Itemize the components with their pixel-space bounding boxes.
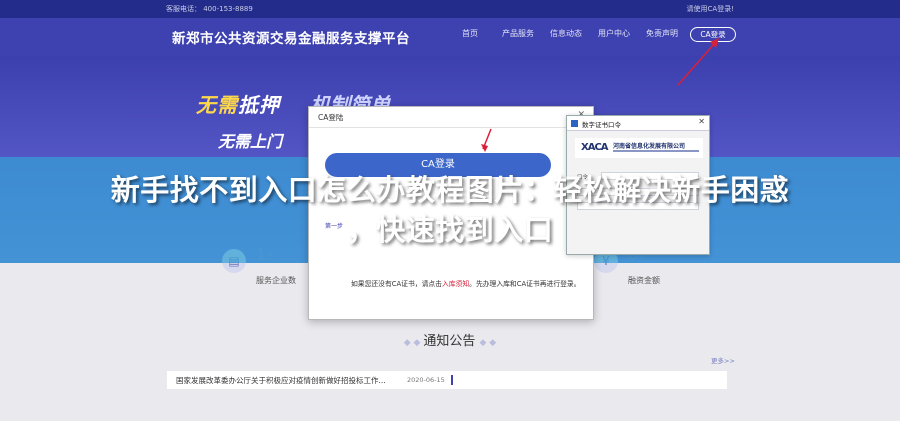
dialog-title: CA登陆 — [318, 113, 344, 122]
tip-text: 如果您还没有CA证书，请点击 — [351, 280, 442, 288]
divider — [309, 127, 593, 128]
dialog-tip: 如果您还没有CA证书，请点击入库须知。先办理入库和CA证书再进行登录。 — [351, 277, 581, 291]
more-notices-link[interactable]: 更多>> — [711, 355, 735, 365]
page-title-line: ，快速找到入口 — [346, 213, 554, 247]
notice-date: 2020-06-15 — [407, 376, 445, 384]
tip-text: 。先办理入库和CA证书再进行登录。 — [469, 280, 581, 288]
cert-titlebar: 数字证书口令 ✕ — [567, 116, 709, 131]
list-item[interactable]: 国家发展改革委办公厅关于积极应对疫情创新做好招投标工作... 2020-06-1… — [167, 371, 727, 389]
close-icon[interactable]: ✕ — [698, 117, 705, 126]
page-title: 新手找不到入口怎么办教程图片：轻松解决新手困惑 ，快速找到入口 — [0, 170, 900, 250]
notice-marker — [451, 375, 453, 385]
stat-label: 服务企业数 — [256, 276, 296, 285]
cert-app-icon — [571, 120, 578, 127]
notice-section-title: ◆ ◆ 通知公告 ◆ ◆ — [0, 330, 900, 349]
stat-label: 融资金额 — [628, 276, 660, 285]
cert-dialog-title: 数字证书口令 — [582, 121, 621, 129]
decor-icon: ◆ ◆ — [479, 338, 497, 348]
notice-title-text: 通知公告 — [423, 334, 476, 349]
cert-logo-mark: XACA — [581, 142, 609, 153]
notice-text[interactable]: 国家发展改革委办公厅关于积极应对疫情创新做好招投标工作... — [176, 375, 386, 386]
cert-logo-subline — [613, 150, 699, 152]
cert-logo: XACA 河南省信息化发展有限公司 — [575, 138, 703, 158]
page-title-line: 新手找不到入口怎么办教程图片：轻松解决新手困惑 — [110, 173, 790, 207]
tip-link[interactable]: 入库须知 — [442, 280, 469, 288]
decor-icon: ◆ ◆ — [403, 338, 424, 348]
red-arrow-icon — [481, 128, 492, 152]
cert-logo-name: 河南省信息化发展有限公司 — [613, 143, 686, 150]
